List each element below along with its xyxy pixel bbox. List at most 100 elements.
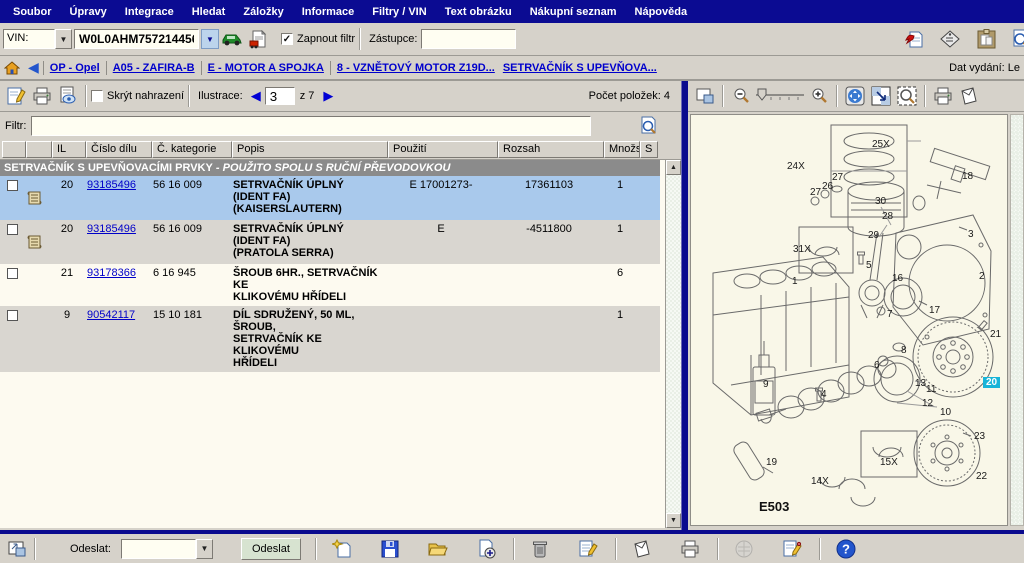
menu-napoveda[interactable]: Nápověda bbox=[626, 6, 697, 18]
save-icon[interactable] bbox=[377, 536, 403, 561]
print-preview-icon[interactable] bbox=[55, 84, 81, 109]
part-callout[interactable]: 22 bbox=[976, 471, 987, 482]
send-select[interactable]: ▼ bbox=[121, 539, 213, 559]
illustration-scrollbar[interactable] bbox=[1010, 114, 1024, 526]
table-row[interactable]: 20 93185496 56 16 009 SETRVAČNÍK ÚPLNÝ (… bbox=[0, 220, 660, 264]
notes-icon[interactable] bbox=[779, 536, 805, 561]
table-row[interactable]: 21 93178366 6 16 945 ŠROUB 6HR., SETRVAČ… bbox=[0, 264, 660, 306]
edit-note-icon[interactable] bbox=[3, 84, 29, 109]
part-callout[interactable]: 30 bbox=[875, 196, 886, 207]
part-callout[interactable]: 25X bbox=[872, 139, 890, 150]
part-callout[interactable]: 23 bbox=[974, 431, 985, 442]
part-callout[interactable]: 27 bbox=[832, 172, 843, 183]
scroll-down-icon[interactable]: ▼ bbox=[666, 513, 681, 528]
vin-type-select[interactable]: VIN: ▼ bbox=[3, 29, 72, 49]
part-number-link[interactable]: 90542117 bbox=[87, 309, 135, 321]
edit-list-icon[interactable] bbox=[575, 536, 601, 561]
zoom-slider[interactable] bbox=[754, 87, 806, 105]
row-checkbox[interactable] bbox=[7, 268, 18, 279]
send-select-dropdown-icon[interactable]: ▼ bbox=[196, 539, 213, 559]
col-note[interactable] bbox=[26, 141, 52, 158]
part-number-link[interactable]: 93185496 bbox=[87, 223, 136, 235]
menu-text-obrazku[interactable]: Text obrázku bbox=[436, 6, 521, 18]
search-filter-icon[interactable] bbox=[636, 114, 662, 139]
document-truck-icon[interactable] bbox=[245, 27, 271, 52]
col-category[interactable]: Č. kategorie bbox=[152, 141, 232, 158]
hide-replacements-checkbox[interactable] bbox=[91, 90, 103, 102]
col-description[interactable]: Popis bbox=[232, 141, 388, 158]
help-icon[interactable]: ? bbox=[833, 536, 859, 561]
car-icon[interactable] bbox=[219, 27, 245, 52]
zoom-in-icon[interactable] bbox=[806, 84, 832, 109]
menu-hledat[interactable]: Hledat bbox=[183, 6, 235, 18]
zoom-selection-icon[interactable] bbox=[868, 84, 894, 109]
add-document-icon[interactable] bbox=[473, 536, 499, 561]
menu-informace[interactable]: Informace bbox=[293, 6, 364, 18]
table-row[interactable]: 20 93185496 56 16 009 SETRVAČNÍK ÚPLNÝ (… bbox=[0, 176, 660, 220]
col-range[interactable]: Rozsah bbox=[498, 141, 604, 158]
part-callout[interactable]: 16 bbox=[892, 273, 903, 284]
part-callout[interactable]: 18 bbox=[962, 171, 973, 182]
breadcrumb-model[interactable]: A05 - ZAFIRA-B bbox=[113, 62, 195, 74]
part-callout[interactable]: 5 bbox=[866, 260, 872, 271]
send-button[interactable]: Odeslat bbox=[241, 538, 301, 560]
part-number-link[interactable]: 93178366 bbox=[87, 267, 136, 279]
tag-icon[interactable] bbox=[937, 27, 963, 52]
part-callout-highlighted[interactable]: 20 bbox=[983, 377, 1000, 388]
part-callout[interactable]: 24X bbox=[787, 161, 805, 172]
breadcrumb-group[interactable]: E - MOTOR A SPOJKA bbox=[208, 62, 324, 74]
menu-filtry-vin[interactable]: Filtry / VIN bbox=[363, 6, 435, 18]
part-callout[interactable]: 19 bbox=[766, 457, 777, 468]
menu-zalozky[interactable]: Záložky bbox=[234, 6, 292, 18]
part-callout[interactable]: 2 bbox=[979, 271, 985, 282]
part-callout[interactable]: 21 bbox=[990, 329, 1001, 340]
home-icon[interactable] bbox=[4, 61, 20, 75]
part-callout[interactable]: 26 bbox=[822, 181, 833, 192]
restore-window-icon[interactable] bbox=[4, 536, 30, 561]
table-row[interactable]: 9 90542117 15 10 181 DÍL SDRUŽENÝ, 50 ML… bbox=[0, 306, 660, 372]
clipboard-icon[interactable] bbox=[973, 27, 999, 52]
vin-history-dropdown-icon[interactable]: ▼ bbox=[201, 29, 219, 49]
row-checkbox[interactable] bbox=[7, 310, 18, 321]
menu-integrace[interactable]: Integrace bbox=[116, 6, 183, 18]
pan-icon[interactable] bbox=[842, 84, 868, 109]
part-callout[interactable]: 1 bbox=[792, 276, 798, 287]
panel-splitter[interactable] bbox=[681, 81, 688, 530]
part-callout[interactable]: 13 bbox=[915, 378, 926, 389]
table-scrollbar[interactable]: ▲ ▼ bbox=[665, 160, 681, 528]
filter-input[interactable] bbox=[31, 116, 591, 136]
part-callout[interactable]: 29 bbox=[868, 230, 879, 241]
delete-icon[interactable] bbox=[527, 536, 553, 561]
menu-soubor[interactable]: Soubor bbox=[4, 6, 61, 18]
illustration-canvas[interactable]: 25X24X27262730282931X1832161715721861311… bbox=[690, 114, 1008, 526]
open-folder-icon[interactable] bbox=[425, 536, 451, 561]
scroll-up-icon[interactable]: ▲ bbox=[666, 160, 681, 175]
send-note-icon[interactable] bbox=[956, 84, 982, 109]
part-callout[interactable]: 8 bbox=[901, 345, 907, 356]
part-callout[interactable]: 3 bbox=[968, 229, 974, 240]
col-s[interactable]: S bbox=[640, 141, 658, 158]
row-checkbox[interactable] bbox=[7, 224, 18, 235]
part-callout[interactable]: 14X bbox=[811, 476, 829, 487]
part-callout[interactable]: 4 bbox=[821, 389, 827, 400]
send-mail-icon[interactable] bbox=[629, 536, 655, 561]
row-checkbox[interactable] bbox=[7, 180, 18, 191]
enable-filter-checkbox-row[interactable]: ✓ Zapnout filtr bbox=[281, 33, 355, 45]
part-number-link[interactable]: 93185496 bbox=[87, 179, 136, 191]
part-callout[interactable]: 31X bbox=[793, 244, 811, 255]
col-usage[interactable]: Použití bbox=[388, 141, 498, 158]
new-list-icon[interactable] bbox=[329, 536, 355, 561]
part-callout[interactable]: 11 bbox=[926, 384, 936, 395]
vin-input[interactable] bbox=[74, 29, 199, 49]
col-part-no[interactable]: Číslo dílu bbox=[86, 141, 152, 158]
part-callout[interactable]: 28 bbox=[882, 211, 893, 222]
menu-nakupni-seznam[interactable]: Nákupní seznam bbox=[521, 6, 626, 18]
hide-replacements-row[interactable]: Skrýt nahrazení bbox=[91, 90, 184, 102]
print-icon[interactable] bbox=[677, 536, 703, 561]
magnify-window-icon[interactable] bbox=[894, 84, 920, 109]
illustration-number-input[interactable] bbox=[265, 87, 295, 105]
document-return-icon[interactable] bbox=[901, 27, 927, 52]
back-icon[interactable]: ◀ bbox=[28, 59, 39, 76]
part-callout[interactable]: 15X bbox=[880, 457, 898, 468]
prev-illustration-icon[interactable]: ◀ bbox=[247, 88, 265, 104]
